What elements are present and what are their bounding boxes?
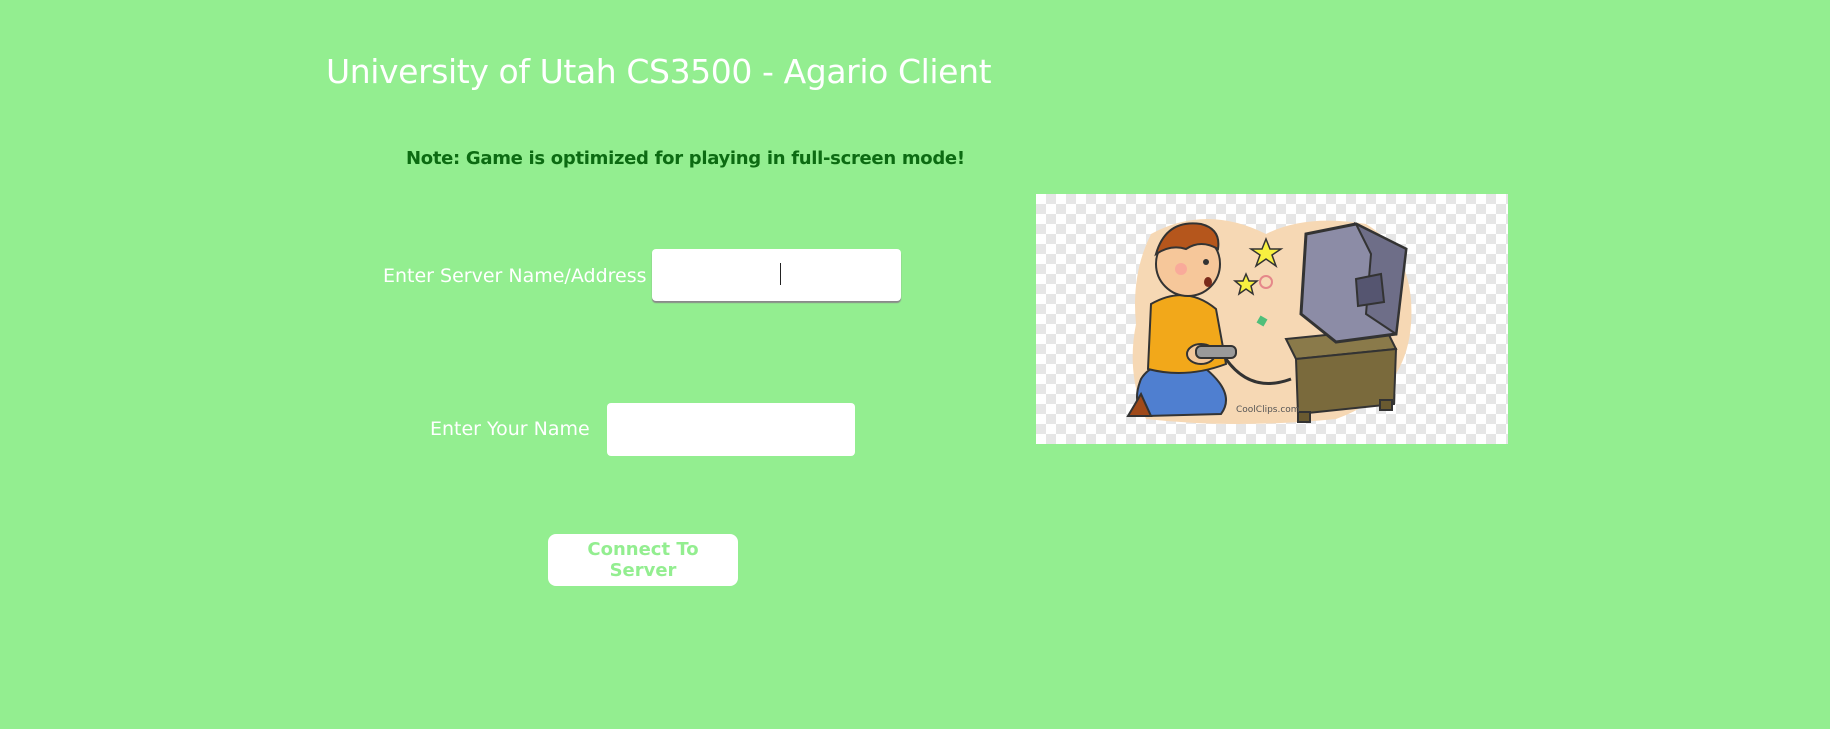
server-address-label: Enter Server Name/Address <box>383 265 647 287</box>
gamer-illustration: CoolClips.com <box>1036 194 1508 444</box>
app-title: University of Utah CS3500 - Agario Clien… <box>326 52 992 91</box>
fullscreen-note: Note: Game is optimized for playing in f… <box>406 148 965 169</box>
text-caret <box>780 263 781 285</box>
svg-text:CoolClips.com: CoolClips.com <box>1236 405 1300 415</box>
player-name-label: Enter Your Name <box>430 418 590 440</box>
player-name-input[interactable] <box>607 403 855 456</box>
connect-to-server-button[interactable]: Connect To Server <box>548 534 738 586</box>
server-address-input[interactable] <box>652 249 901 301</box>
